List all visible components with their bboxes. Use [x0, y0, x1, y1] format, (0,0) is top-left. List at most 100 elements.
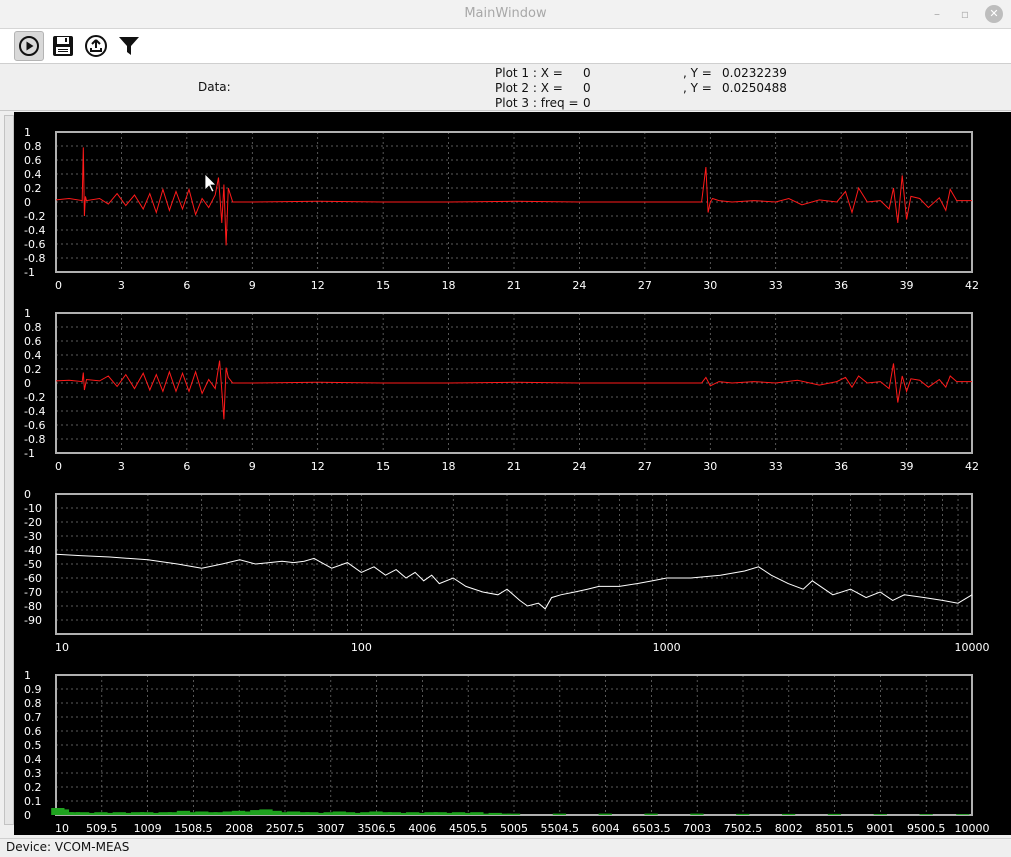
x-tick-label: 39	[900, 279, 914, 292]
histogram-bars	[51, 808, 970, 815]
plot2-y-label: , Y =	[683, 81, 712, 95]
x-tick-label: 30	[703, 460, 717, 473]
y-tick-label: -0.2	[24, 391, 45, 404]
y-tick-label: -90	[24, 614, 42, 627]
x-tick-label: 2008	[225, 822, 253, 835]
x-tick-label: 4505.5	[449, 822, 488, 835]
upload-icon	[85, 35, 107, 57]
y-tick-label: -0.4	[24, 405, 45, 418]
x-tick-label: 5005	[500, 822, 528, 835]
histogram-bar	[598, 813, 612, 815]
x-tick-label: 10	[55, 641, 69, 654]
x-tick-label: 10	[55, 822, 69, 835]
x-tick-label: 15	[376, 460, 390, 473]
close-button[interactable]: ✕	[985, 5, 1003, 23]
y-tick-label: 0.6	[24, 725, 42, 738]
y-tick-label: -70	[24, 586, 42, 599]
x-tick-label: 10000	[955, 641, 990, 654]
upload-button[interactable]	[81, 31, 111, 61]
y-tick-label: 1	[24, 669, 31, 682]
x-tick-label: 6503.5	[632, 822, 671, 835]
play-button[interactable]	[14, 31, 44, 61]
x-tick-label: 509.5	[86, 822, 118, 835]
y-tick-label: 0	[24, 377, 31, 390]
vertical-scrollbar[interactable]	[4, 115, 14, 825]
y-tick-label: -0.8	[24, 252, 45, 265]
x-tick-label: 8002	[775, 822, 803, 835]
x-tick-label: 9	[249, 460, 256, 473]
plot-panel-4[interactable]: 10.90.80.70.60.50.40.30.20.10 10 509.5 1009…	[24, 669, 990, 835]
x-tick-label: 3	[118, 460, 125, 473]
x-tick-label: 21	[507, 279, 521, 292]
plot1-y-label: , Y =	[683, 66, 712, 80]
grid-lines	[55, 312, 973, 454]
mouse-cursor-icon	[204, 173, 217, 193]
title-bar: MainWindow – ▫ ✕	[0, 0, 1011, 29]
y-tick-label: -1	[24, 266, 35, 279]
x-tick-label: 3	[118, 279, 125, 292]
y-tick-label: -0.6	[24, 238, 45, 251]
histogram-bar	[644, 813, 658, 815]
plot2-x-value: 0	[583, 81, 591, 95]
x-tick-label: 42	[965, 460, 979, 473]
x-tick-label: 24	[572, 460, 586, 473]
y-tick-label: 0.7	[24, 711, 42, 724]
y-tick-label: 0.9	[24, 683, 42, 696]
x-tick-label: 4006	[408, 822, 436, 835]
y-tick-label: -0.4	[24, 224, 45, 237]
y-tick-label: -60	[24, 572, 42, 585]
x-tick-label: 36	[834, 460, 848, 473]
x-tick-label: 1000	[653, 641, 681, 654]
x-tick-label: 2507.5	[266, 822, 305, 835]
histogram-bar	[552, 813, 567, 815]
save-icon	[53, 36, 73, 56]
minimize-button[interactable]: –	[928, 5, 946, 23]
x-tick-label: 18	[442, 279, 456, 292]
x-tick-label: 0	[55, 460, 62, 473]
y-tick-label: 0.6	[24, 335, 42, 348]
plot3-freq-label: Plot 3 : freq =	[495, 96, 579, 110]
x-tick-label: 9	[249, 279, 256, 292]
plot-panel-3[interactable]: 0-10-20-30-40-50-60-70-80-90 10 100 1000 100…	[24, 488, 990, 654]
toolbar	[0, 29, 1011, 64]
plot3-freq-value: 0	[583, 96, 591, 110]
filter-button[interactable]	[114, 31, 144, 61]
plot-panel-1[interactable]: 10.80.60.40.20-0.2-0.4-0.6-0.8-10 3 6 9 12 15…	[24, 126, 979, 292]
plot1-y-value: 0.0232239	[722, 66, 787, 80]
y-tick-label: 0	[24, 196, 31, 209]
grid-lines	[55, 493, 972, 634]
x-tick-label: 27	[638, 460, 652, 473]
plot-panel-2[interactable]: 10.80.60.40.20-0.2-0.4-0.6-0.8-10 3 6 9 12 15…	[24, 307, 979, 473]
y-tick-label: 1	[24, 307, 31, 320]
x-tick-label: 27	[638, 279, 652, 292]
y-tick-label: 0.1	[24, 795, 42, 808]
x-tick-label: 33	[769, 460, 783, 473]
y-tick-label: -0.6	[24, 419, 45, 432]
histogram-bar	[781, 813, 796, 815]
x-tick-label: 6	[183, 460, 190, 473]
y-tick-label: 0.2	[24, 182, 42, 195]
histogram-bar	[873, 814, 887, 815]
x-tick-label: 33	[769, 279, 783, 292]
y-tick-label: 0.5	[24, 739, 42, 752]
y-tick-label: -50	[24, 558, 42, 571]
x-tick-label: 6	[183, 279, 190, 292]
y-tick-label: 0	[24, 488, 31, 501]
x-tick-label: 100	[351, 641, 372, 654]
window-title: MainWindow	[464, 6, 547, 21]
filter-icon	[119, 37, 139, 55]
save-button[interactable]	[48, 31, 78, 61]
x-tick-label: 6004	[592, 822, 620, 835]
maximize-button[interactable]: ▫	[956, 5, 974, 23]
y-tick-label: -30	[24, 530, 42, 543]
y-tick-label: 0.2	[24, 363, 42, 376]
x-tick-label: 3007	[317, 822, 345, 835]
x-tick-label: 5504.5	[541, 822, 580, 835]
histogram-bar	[506, 813, 521, 815]
y-tick-label: -40	[24, 544, 42, 557]
x-tick-label: 18	[442, 460, 456, 473]
plots-canvas: 10.80.60.40.20-0.2-0.4-0.6-0.8-10 3 6 9 12 15…	[24, 126, 990, 835]
x-tick-label: 9500.5	[907, 822, 946, 835]
y-tick-label: 0.3	[24, 767, 42, 780]
x-tick-label: 9001	[866, 822, 894, 835]
